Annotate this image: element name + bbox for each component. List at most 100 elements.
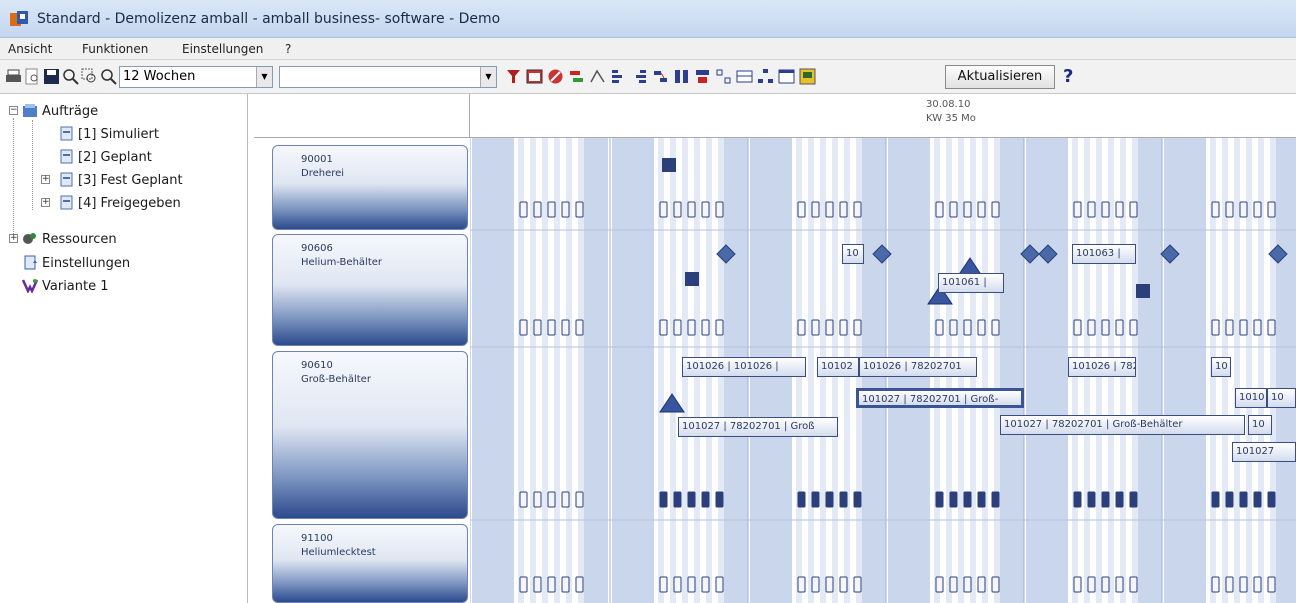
gantt-chart[interactable]: 10 101061 | 101063 | 101026 | 101026 | 1… [469,138,1296,603]
resource-id: 90610 [301,360,333,371]
capacity-marker [533,319,542,336]
menu-ansicht[interactable]: Ansicht [8,42,52,56]
resource-panel-90001[interactable]: 90001 Dreherei [272,145,468,230]
tree-node-resources[interactable]: Ressourcen [22,231,117,247]
order-bar[interactable]: 101026 | 101026 | [682,357,806,377]
collapse-icon[interactable]: − [9,106,18,115]
filter-icon[interactable] [505,68,522,85]
tree-label-settings: Einstellungen [42,256,131,271]
resource-panel-90610[interactable]: 90610 Groß-Behälter [272,351,468,519]
capacity-marker [1129,576,1138,593]
capacity-marker [811,576,820,593]
order-bar[interactable]: 101061 | [938,273,1004,293]
preview-icon[interactable] [24,68,41,85]
capacity-marker [575,576,584,593]
columns-icon[interactable] [673,68,690,85]
zoom-area-icon[interactable] [81,68,98,85]
tree-node-orders[interactable]: Aufträge [22,103,98,119]
document-icon [60,195,73,210]
compare-icon[interactable] [715,68,732,85]
capacity-marker [547,319,556,336]
menu-einstellungen[interactable]: Einstellungen [182,42,263,56]
save-icon[interactable] [43,68,60,85]
chevron-down-icon[interactable]: ▼ [256,67,272,87]
tree-node-firm-planned[interactable]: [3] Fest Geplant [58,172,183,188]
bar-red-icon[interactable] [568,68,585,85]
capacity-marker [1253,319,1262,336]
menu-help[interactable]: ? [285,42,291,56]
tree-node-simulated[interactable]: [1] Simuliert [58,126,159,142]
order-bar[interactable]: 101027 | 78202701 | Groß [678,417,838,437]
hierarchy-icon[interactable] [757,68,774,85]
order-bar[interactable]: 10 [1267,388,1296,408]
chevron-down-icon[interactable]: ▼ [480,67,496,87]
table-icon[interactable] [736,68,753,85]
capacity-marker [673,319,682,336]
resource-panel-90606[interactable]: 90606 Helium-Behälter [272,234,468,346]
print-icon[interactable] [5,68,22,85]
menu-funktionen[interactable]: Funktionen [82,42,148,56]
navigation-tree: − Aufträge [1] Simuliert [2] Geplant + [… [0,94,248,603]
chart-icon[interactable] [799,68,816,85]
align-right-icon[interactable] [631,68,648,85]
period-select[interactable]: 12 Wochen ▼ [119,66,273,88]
capacity-marker [1073,576,1082,593]
capacity-marker [1211,319,1220,336]
calendar-icon[interactable] [526,68,543,85]
tree-node-planned[interactable]: [2] Geplant [58,149,152,165]
order-bar[interactable]: 101026 | 78202701 [859,357,977,377]
order-bar[interactable]: 101027 | 78202701 | Groß- [856,388,1024,408]
resource-name: Heliumlecktest [301,547,376,558]
split-icon[interactable] [589,68,606,85]
folder-icon [23,104,37,117]
order-bar[interactable]: 10102 [817,357,859,377]
capacity-marker [935,319,944,336]
expand-icon[interactable]: + [9,234,18,243]
order-bar[interactable]: 10 [842,244,864,264]
capacity-marker [1101,319,1110,336]
capacity-marker [1267,491,1276,508]
settings-icon [24,255,37,270]
align-left-icon[interactable] [610,68,627,85]
capacity-marker [687,319,696,336]
order-bar[interactable]: 101063 | [1072,244,1136,264]
capacity-marker [1211,576,1220,593]
capacity-marker [715,576,724,593]
zoom-in-icon[interactable] [62,68,79,85]
tree-connector [13,118,14,238]
expand-icon[interactable]: + [41,175,50,184]
resource-panel-91100[interactable]: 91100 Heliumlecktest [272,524,468,603]
window-icon[interactable] [778,68,795,85]
weekend-band [1274,138,1296,603]
order-bar[interactable]: 10 [1211,357,1231,377]
help-button[interactable]: ? [1063,66,1073,87]
tree-node-released[interactable]: [4] Freigegeben [58,195,181,211]
delete-icon[interactable] [547,68,564,85]
order-bar[interactable]: 101027 [1232,442,1296,462]
order-bar[interactable]: 10 [1248,415,1272,435]
filter-select[interactable]: ▼ [279,66,497,88]
gantt-view: 30.08.10 KW 35 Mo 90001 Dreherei 90606 H… [254,94,1296,603]
capacity-marker [701,319,710,336]
capacity-marker [519,319,528,336]
order-bar[interactable]: 101026 | 782 [1068,357,1136,377]
dependency-icon[interactable] [652,68,669,85]
capacity-marker [715,491,724,508]
tree-node-variant[interactable]: Variante 1 [22,278,109,294]
group-icon[interactable] [694,68,711,85]
capacity-marker [1211,491,1220,508]
expand-icon[interactable]: + [41,198,50,207]
order-bar[interactable]: 1010 [1235,388,1267,408]
capacity-marker [949,491,958,508]
refresh-button[interactable]: Aktualisieren [945,65,1055,89]
capacity-marker [935,576,944,593]
tree-node-settings[interactable]: Einstellungen [22,255,130,271]
capacity-marker [533,576,542,593]
capacity-marker [991,201,1000,218]
app-icon [10,11,28,26]
capacity-marker [839,491,848,508]
order-bar[interactable]: 101027 | 78202701 | Groß-Behälter [1000,415,1245,435]
tree-label-resources: Ressourcen [42,232,117,247]
zoom-out-icon[interactable] [100,68,117,85]
weekend-band [612,138,654,603]
